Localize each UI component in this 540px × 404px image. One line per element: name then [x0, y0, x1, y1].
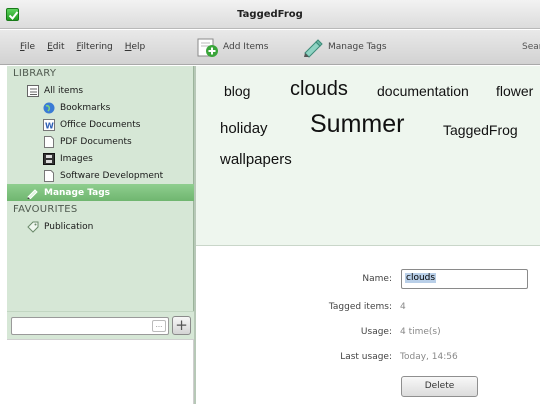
name-label: Name:	[362, 274, 392, 284]
film-icon	[43, 153, 55, 165]
manage-tags-label: Manage Tags	[328, 42, 387, 52]
tag-name-input[interactable]: clouds	[401, 269, 528, 289]
last-usage-label: Last usage:	[340, 352, 392, 362]
list-icon	[27, 85, 39, 97]
sidebar-item-label: Publication	[44, 222, 94, 232]
sidebar-lower-panel	[7, 339, 194, 404]
menu-bar: File Edit Filtering Help	[20, 42, 145, 52]
manage-tags-row: Manage Tags	[27, 185, 110, 201]
search-label[interactable]: Sear	[522, 42, 540, 52]
add-items-icon	[197, 36, 219, 58]
sidebar-item-label: Bookmarks	[60, 103, 111, 113]
sidebar-item-bookmarks[interactable]: Bookmarks	[43, 100, 110, 116]
library-heading: LIBRARY	[13, 68, 57, 79]
sidebar-item-label: PDF Documents	[60, 137, 132, 147]
add-items-label: Add Items	[223, 42, 269, 52]
sidebar-item-images[interactable]: Images	[43, 151, 93, 167]
menu-file[interactable]: File	[20, 42, 35, 52]
toolbar: File Edit Filtering Help Add Items Manag…	[0, 30, 540, 65]
tag-taggedfrog[interactable]: TaggedFrog	[443, 122, 518, 138]
sidebar-item-publication[interactable]: Publication	[27, 219, 93, 235]
tagged-items-label: Tagged items:	[328, 302, 392, 312]
window-title: TaggedFrog	[237, 9, 303, 20]
delete-button[interactable]: Delete	[401, 376, 478, 397]
tag-summer[interactable]: Summer	[310, 110, 404, 139]
add-favourite-button[interactable]: +	[172, 316, 191, 335]
last-usage-value: Today, 14:56	[400, 352, 458, 362]
tag-cloud: blog clouds documentation flower holiday…	[196, 66, 540, 246]
tag-filter-input[interactable]: ...	[11, 317, 169, 335]
title-bar: TaggedFrog	[0, 0, 540, 29]
pencil-icon	[27, 187, 39, 200]
menu-filtering[interactable]: Filtering	[77, 42, 113, 52]
sidebar-item-label: Software Development	[60, 171, 164, 181]
sidebar-item-label: All items	[44, 86, 84, 96]
sidebar-search-bar: ... +	[7, 311, 194, 339]
sidebar-item-all-items[interactable]: All items	[27, 83, 83, 99]
sidebar-item-label: Office Documents	[60, 120, 141, 130]
add-items-button[interactable]: Add Items	[197, 34, 268, 60]
code-file-icon	[43, 170, 55, 182]
browse-button[interactable]: ...	[152, 320, 166, 332]
word-document-icon: W	[43, 119, 55, 131]
usage-value: 4 time(s)	[400, 327, 441, 337]
tag-clouds[interactable]: clouds	[290, 78, 348, 101]
globe-icon	[43, 102, 55, 114]
sidebar: LIBRARY All items Bookmarks W Office Doc…	[7, 66, 194, 311]
tagged-items-value: 4	[400, 302, 406, 312]
svg-text:W: W	[45, 122, 54, 131]
tag-pencil-icon	[302, 36, 324, 58]
favourites-heading: FAVOURITES	[13, 204, 78, 215]
tag-documentation[interactable]: documentation	[377, 83, 469, 99]
sidebar-item-software-development[interactable]: Software Development	[43, 168, 163, 184]
document-icon	[43, 136, 55, 148]
usage-label: Usage:	[360, 327, 392, 337]
tag-flower[interactable]: flower	[496, 83, 533, 99]
sidebar-item-office-documents[interactable]: W Office Documents	[43, 117, 140, 133]
sidebar-item-manage-tags[interactable]: Manage Tags	[7, 184, 194, 201]
menu-edit[interactable]: Edit	[47, 42, 64, 52]
sidebar-item-label: Images	[60, 154, 93, 164]
tag-wallpapers[interactable]: wallpapers	[220, 151, 292, 168]
sidebar-item-label: Manage Tags	[44, 188, 111, 198]
manage-tags-button[interactable]: Manage Tags	[302, 34, 387, 60]
tag-name-value: clouds	[405, 273, 437, 283]
tag-holiday[interactable]: holiday	[220, 120, 268, 137]
sidebar-item-pdf-documents[interactable]: PDF Documents	[43, 134, 132, 150]
tag-icon	[27, 221, 39, 233]
tag-blog[interactable]: blog	[224, 83, 250, 99]
tag-details-panel: Name: clouds Tagged items: 4 Usage: 4 ti…	[196, 247, 540, 404]
menu-help[interactable]: Help	[125, 42, 146, 52]
